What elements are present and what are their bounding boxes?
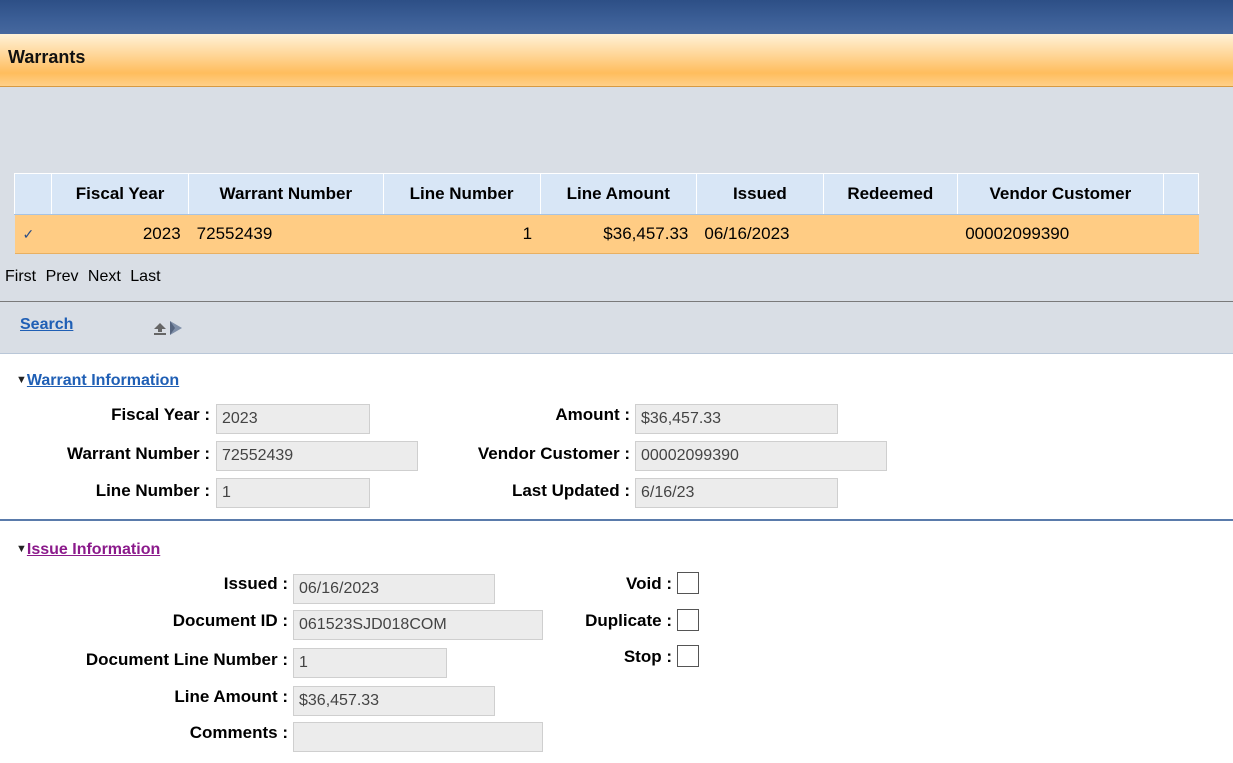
issued-field[interactable]: 06/16/2023: [293, 574, 495, 604]
pager-next[interactable]: Next: [88, 268, 121, 285]
issued-label: Issued :: [223, 574, 288, 593]
page-title: Warrants: [8, 47, 86, 67]
warrant-number-label: Warrant Number :: [67, 444, 210, 463]
duplicate-checkbox[interactable]: [677, 609, 699, 631]
document-line-number-field[interactable]: 1: [293, 648, 447, 678]
results-grid: Fiscal Year Warrant Number Line Number L…: [14, 173, 1199, 254]
void-label: Void :: [626, 574, 672, 593]
collapse-triangle-icon[interactable]: ▼: [16, 543, 27, 555]
last-updated-label: Last Updated :: [511, 481, 630, 500]
amount-label: Amount :: [555, 405, 630, 424]
warrant-information-link[interactable]: Warrant Information: [27, 372, 179, 389]
grid-header-vendor-customer[interactable]: Vendor Customer: [956, 173, 1165, 215]
grid-header-row: Fiscal Year Warrant Number Line Number L…: [14, 173, 1199, 215]
fiscal-year-label: Fiscal Year :: [111, 405, 210, 424]
comments-field[interactable]: [293, 722, 543, 752]
pager-first[interactable]: First: [5, 268, 36, 285]
issue-information-link[interactable]: Issue Information: [27, 541, 160, 558]
warrant-number-field[interactable]: 72552439: [216, 441, 418, 471]
app-top-bar: [0, 0, 1233, 34]
amount-field[interactable]: $36,457.33: [635, 404, 838, 434]
table-row[interactable]: ✓ 2023 72552439 1 $36,457.33 06/16/2023 …: [14, 214, 1199, 254]
issue-information-header: ▼Issue Information: [16, 541, 160, 559]
page-title-bar: Warrants: [0, 34, 1233, 87]
cell-fiscal-year: 2023: [51, 214, 189, 254]
grid-header-issued[interactable]: Issued: [695, 173, 824, 215]
grid-header-warrant-number[interactable]: Warrant Number: [188, 173, 384, 215]
cell-line-number: 1: [383, 214, 541, 254]
search-toolbar: Search: [20, 316, 73, 334]
pager: First Prev Next Last: [5, 268, 166, 286]
stop-label: Stop :: [623, 647, 672, 666]
line-amount-label: Line Amount :: [174, 687, 288, 706]
pager-last[interactable]: Last: [130, 268, 160, 285]
void-checkbox[interactable]: [677, 572, 699, 594]
fiscal-year-field[interactable]: 2023: [216, 404, 370, 434]
grid-header-select: [14, 173, 52, 215]
grid-header-spacer: [1163, 173, 1199, 215]
cell-warrant-number: 72552439: [188, 214, 384, 254]
cell-vendor-customer: 00002099390: [957, 214, 1164, 254]
cell-line-amount: $36,457.33: [540, 214, 697, 254]
document-id-label: Document ID :: [172, 611, 288, 630]
comments-label: Comments :: [189, 723, 288, 742]
stop-checkbox[interactable]: [677, 645, 699, 667]
cell-redeemed: [823, 214, 958, 254]
duplicate-label: Duplicate :: [585, 611, 672, 630]
cell-spacer: [1163, 214, 1199, 254]
line-amount-field[interactable]: $36,457.33: [293, 686, 495, 716]
collapse-triangle-icon[interactable]: ▼: [16, 374, 27, 386]
cell-issued: 06/16/2023: [696, 214, 824, 254]
line-number-field[interactable]: 1: [216, 478, 370, 508]
grid-header-line-number[interactable]: Line Number: [382, 173, 541, 215]
pager-prev[interactable]: Prev: [46, 268, 79, 285]
line-number-label: Line Number :: [95, 481, 210, 500]
divider: [0, 301, 1233, 302]
document-id-field[interactable]: 061523SJD018COM: [293, 610, 543, 640]
vendor-customer-label: Vendor Customer :: [477, 444, 630, 463]
grid-header-line-amount[interactable]: Line Amount: [539, 173, 697, 215]
last-updated-field[interactable]: 6/16/23: [635, 478, 838, 508]
document-line-number-label: Document Line Number :: [85, 650, 288, 669]
grid-header-fiscal-year[interactable]: Fiscal Year: [50, 173, 190, 215]
warrant-information-header: ▼Warrant Information: [16, 372, 179, 390]
print-export-icon[interactable]: [152, 318, 186, 338]
grid-header-redeemed[interactable]: Redeemed: [822, 173, 958, 215]
vendor-customer-field[interactable]: 00002099390: [635, 441, 887, 471]
search-link[interactable]: Search: [20, 316, 73, 333]
row-selected-check-icon: ✓: [14, 214, 52, 254]
section-divider: [0, 519, 1233, 521]
